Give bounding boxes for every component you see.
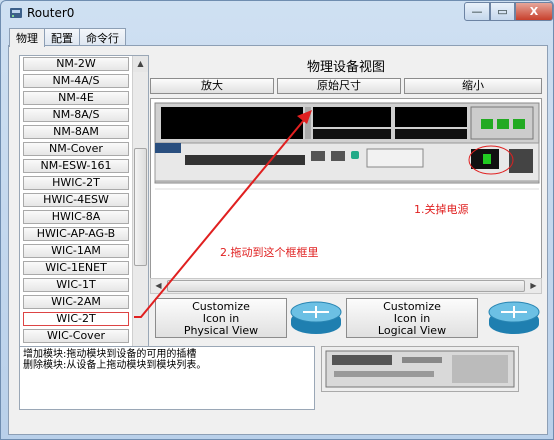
help-line-remove: 删除模块:从设备上拖动模块到模块列表。 (23, 360, 207, 371)
wic-slot-1[interactable] (395, 107, 467, 127)
title-bar[interactable]: Router0 — ▭ X (1, 1, 553, 25)
view-title: 物理设备视图 (306, 60, 385, 75)
help-text-box: 增加模块:拖动模块到设备的可用的插槽 删除模块:从设备上拖动模块到模块列表。 (19, 346, 315, 410)
module-item[interactable]: NM-4A/S (23, 74, 129, 88)
module-item[interactable]: HWIC-2T (23, 176, 129, 190)
module-item[interactable]: WIC-2AM (23, 295, 129, 309)
annotation-power-off: 1.关掉电源 (414, 203, 469, 216)
module-list-scrollbar[interactable]: ▲ ▼ (132, 56, 148, 382)
module-item[interactable]: HWIC-4ESW (23, 193, 129, 207)
module-item[interactable]: WIC-2T (23, 312, 129, 326)
physical-panel: NM-2W NM-4A/S NM-4E NM-8A/S NM-8AM NM-Cover NM… (8, 45, 548, 435)
module-item[interactable]: NM-8A/S (23, 108, 129, 122)
device-physical-view (150, 98, 542, 291)
h-scroll-thumb[interactable] (167, 280, 525, 292)
tab-bar: 物理 配置 命令行 (9, 28, 126, 47)
module-preview-image (321, 346, 519, 392)
router-physical-icon (290, 301, 342, 334)
minimize-icon: — (471, 5, 483, 18)
window-title: Router0 (27, 6, 75, 20)
actual-size-button[interactable]: 原始尺寸 (277, 78, 401, 94)
zoom-in-button[interactable]: 放大 (150, 78, 274, 94)
router-chassis-image (151, 99, 541, 290)
maximize-button[interactable]: ▭ (490, 2, 515, 21)
router-app-icon (10, 8, 22, 18)
module-item[interactable]: HWIC-8A (23, 210, 129, 224)
close-icon: X (529, 5, 539, 18)
close-button[interactable]: X (515, 2, 553, 21)
router-logical-icon (488, 301, 540, 334)
module-item[interactable]: NM-ESW-161 (23, 159, 129, 173)
module-item[interactable]: HWIC-AP-AG-B (23, 227, 129, 241)
module-item[interactable]: WIC-1ENET (23, 261, 129, 275)
router-window: Router0 — ▭ X 物理 配置 命令行 NM-2W NM-4A/S NM-4… (0, 0, 554, 440)
module-item[interactable]: NM-2W (23, 57, 129, 71)
module-item[interactable]: WIC-1T (23, 278, 129, 292)
tab-config[interactable]: 配置 (44, 28, 80, 46)
minimize-button[interactable]: — (464, 2, 490, 21)
customize-logical-button[interactable]: Customize Icon in Logical View (346, 298, 478, 338)
scroll-right-icon[interactable]: ▶ (526, 279, 541, 293)
zoom-out-button[interactable]: 缩小 (404, 78, 542, 94)
help-line-add: 增加模块:拖动模块到设备的可用的插槽 (23, 349, 197, 360)
module-item[interactable]: WIC-1AM (23, 244, 129, 258)
module-list: NM-2W NM-4A/S NM-4E NM-8A/S NM-8AM NM-Cover NM… (19, 55, 149, 383)
tab-cli[interactable]: 命令行 (79, 28, 126, 46)
module-item[interactable]: NM-4E (23, 91, 129, 105)
module-item[interactable]: NM-8AM (23, 125, 129, 139)
module-item[interactable]: NM-Cover (23, 142, 129, 156)
tab-physical[interactable]: 物理 (9, 28, 45, 47)
power-switch[interactable] (483, 154, 491, 164)
btn-line: Logical View (377, 324, 447, 337)
annotation-drag-here: 2.拖动到这个框框里 (220, 246, 319, 259)
customize-physical-button[interactable]: Customize Icon in Physical View (155, 298, 287, 338)
nm-slot-0[interactable] (161, 107, 303, 139)
maximize-icon: ▭ (497, 5, 508, 18)
device-view-scrollbar[interactable]: ◀ ▶ (150, 278, 542, 294)
scroll-left-icon[interactable]: ◀ (151, 279, 166, 293)
scroll-up-icon[interactable]: ▲ (133, 56, 148, 72)
scroll-thumb[interactable] (134, 148, 147, 266)
btn-line: Physical View (183, 324, 259, 337)
module-item[interactable]: WIC-Cover (23, 329, 129, 343)
wic-slot-0[interactable] (313, 107, 391, 127)
